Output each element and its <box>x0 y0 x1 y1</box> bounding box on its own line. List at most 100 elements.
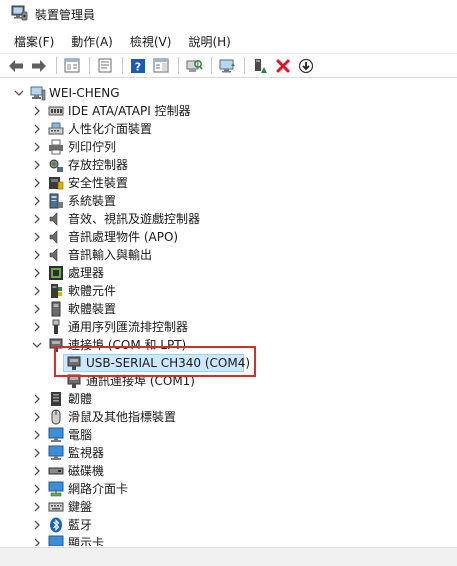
menu-bar: 檔案(F) 動作(A) 檢視(V) 說明(H) <box>0 30 457 52</box>
storage-controller-icon <box>49 159 63 172</box>
tree-item-label: 網路介面卡 <box>68 482 129 496</box>
action-pane-icon <box>153 58 169 73</box>
system-device-icon <box>49 193 63 209</box>
tree-item-processors[interactable]: 處理器 <box>0 264 457 282</box>
chevron-right-icon[interactable] <box>31 427 43 443</box>
display-adapter-icon <box>48 535 64 546</box>
tree-item-label: 軟體元件 <box>68 284 117 298</box>
tree-item-label: 存放控制器 <box>68 158 129 172</box>
tree-item-network-adapters[interactable]: 網路介面卡 <box>0 480 457 498</box>
tree-item-software-devices[interactable]: 軟體裝置 <box>0 300 457 318</box>
chevron-right-icon[interactable] <box>31 157 43 173</box>
chevron-down-icon[interactable] <box>13 85 25 101</box>
software-device-icon <box>51 301 61 317</box>
chevron-right-icon[interactable] <box>31 121 43 137</box>
update-driver-button[interactable] <box>217 56 237 76</box>
red-x-icon <box>276 59 290 72</box>
download-circle-icon <box>298 58 314 73</box>
tree-item-audio-inputs-outputs[interactable]: 音訊輸入與輸出 <box>0 246 457 264</box>
security-device-icon <box>49 177 64 190</box>
chevron-right-icon[interactable] <box>31 175 43 191</box>
help-button[interactable]: ? <box>128 56 148 76</box>
tree-item-usb-controllers[interactable]: 通用序列匯流排控制器 <box>0 318 457 336</box>
tree-item-audio-processing-objects[interactable]: 音訊處理物件 (APO) <box>0 228 457 246</box>
scan-hardware-button[interactable] <box>184 56 204 76</box>
tree-root[interactable]: WEI-CHENG <box>0 84 457 102</box>
console-tree-icon <box>64 58 80 73</box>
tree-item-firmware[interactable]: 韌體 <box>0 390 457 408</box>
tree-item-label: IDE ATA/ATAPI 控制器 <box>68 104 191 118</box>
tree-item-mice[interactable]: 滑鼠及其他指標裝置 <box>0 408 457 426</box>
mouse-icon <box>51 409 61 425</box>
show-hide-console-tree-button[interactable] <box>62 56 82 76</box>
tree-item-label: 滑鼠及其他指標裝置 <box>68 410 177 424</box>
ide-controller-icon <box>48 106 64 116</box>
device-tree[interactable]: WEI-CHENG IDE ATA/ATAPI 控制器 人性化介面裝置 列印佇列 <box>0 80 457 546</box>
menu-file[interactable]: 檔案(F) <box>14 33 54 50</box>
chevron-down-icon[interactable] <box>31 337 43 353</box>
tree-item-monitors[interactable]: 監視器 <box>0 444 457 462</box>
chevron-right-icon[interactable] <box>31 139 43 155</box>
chevron-right-icon[interactable] <box>31 535 43 546</box>
tree-item-keyboards[interactable]: 鍵盤 <box>0 498 457 516</box>
tree-item-display-adapters[interactable]: 顯示卡 <box>0 534 457 546</box>
computer-monitor-icon <box>48 427 64 442</box>
bluetooth-icon <box>50 517 62 533</box>
tree-item-computer[interactable]: 電腦 <box>0 426 457 444</box>
chevron-right-icon[interactable] <box>31 391 43 407</box>
tree-item-system-devices[interactable]: 系統裝置 <box>0 192 457 210</box>
chevron-right-icon[interactable] <box>31 229 43 245</box>
chevron-right-icon[interactable] <box>31 211 43 227</box>
properties-button[interactable] <box>95 56 115 76</box>
forward-button[interactable] <box>29 56 49 76</box>
tree-item-storage-controller[interactable]: 存放控制器 <box>0 156 457 174</box>
tree-item-bluetooth[interactable]: 藍牙 <box>0 516 457 534</box>
chevron-right-icon[interactable] <box>31 283 43 299</box>
tree-item-hid[interactable]: 人性化介面裝置 <box>0 120 457 138</box>
action-pane-button[interactable] <box>151 56 171 76</box>
tree-item-sound-video-game[interactable]: 音效、視訊及遊戲控制器 <box>0 210 457 228</box>
toolbar: ? <box>0 53 457 78</box>
tree-item-disk-drives[interactable]: 磁碟機 <box>0 462 457 480</box>
tree-item-label: 系統裝置 <box>68 194 117 208</box>
tree-item-print-queue[interactable]: 列印佇列 <box>0 138 457 156</box>
hid-icon <box>48 122 64 135</box>
chevron-right-icon[interactable] <box>31 247 43 263</box>
menu-view[interactable]: 檢視(V) <box>130 33 172 50</box>
svg-text:?: ? <box>135 60 141 73</box>
menu-help[interactable]: 說明(H) <box>188 33 230 50</box>
speaker-icon <box>49 248 58 262</box>
back-button[interactable] <box>6 56 26 76</box>
chevron-right-icon[interactable] <box>31 499 43 515</box>
chevron-right-icon[interactable] <box>31 319 43 335</box>
enable-device-button[interactable] <box>250 56 270 76</box>
tree-item-label: 音效、視訊及遊戲控制器 <box>68 212 201 226</box>
network-adapter-icon <box>48 481 64 497</box>
tree-item-software-components[interactable]: 軟體元件 <box>0 282 457 300</box>
chevron-right-icon[interactable] <box>31 481 43 497</box>
chevron-right-icon[interactable] <box>31 445 43 461</box>
arrow-right-icon <box>32 59 46 72</box>
status-bar <box>0 547 457 566</box>
chevron-right-icon[interactable] <box>31 103 43 119</box>
chevron-right-icon[interactable] <box>31 193 43 209</box>
device-manager-icon <box>11 5 28 21</box>
tree-item-label: 安全性裝置 <box>68 176 129 190</box>
chevron-right-icon[interactable] <box>31 265 43 281</box>
chevron-right-icon[interactable] <box>31 301 43 317</box>
chevron-right-icon[interactable] <box>31 409 43 425</box>
toolbar-separator <box>89 57 90 74</box>
enable-device-icon <box>255 58 267 73</box>
uninstall-device-button[interactable] <box>273 56 293 76</box>
tree-item-label: 軟體裝置 <box>68 302 117 316</box>
toolbar-separator <box>211 57 212 74</box>
chevron-right-icon[interactable] <box>31 463 43 479</box>
title-bar: 裝置管理員 <box>0 0 457 28</box>
toolbar-separator <box>178 57 179 74</box>
disable-device-button[interactable] <box>296 56 316 76</box>
help-icon: ? <box>131 58 145 73</box>
tree-item-ide-controller[interactable]: IDE ATA/ATAPI 控制器 <box>0 102 457 120</box>
menu-action[interactable]: 動作(A) <box>71 33 113 50</box>
tree-item-security-devices[interactable]: 安全性裝置 <box>0 174 457 192</box>
chevron-right-icon[interactable] <box>31 517 43 533</box>
